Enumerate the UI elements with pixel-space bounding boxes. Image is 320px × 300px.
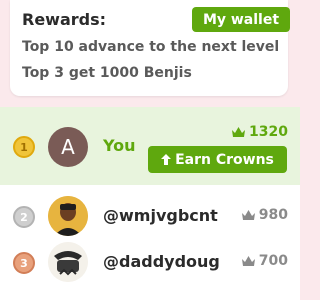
leaderboard-row[interactable]: 3 @daddydoug 700 [0,235,300,300]
avatar [48,196,88,236]
player-name: You [103,136,136,155]
crown-value: 700 [258,253,288,269]
crown-icon [232,126,246,137]
player-name: @daddydoug [103,252,220,271]
player-name: @wmjvgbcnt [103,206,218,225]
rewards-rule-top3: Top 3 get 1000 Benjis [22,65,192,81]
crown-count: 700 [241,253,288,269]
silver-medal-icon: 2 [13,206,35,228]
crown-count: 980 [241,207,288,223]
crown-value: 980 [258,207,288,223]
arrow-up-icon [161,154,172,165]
crown-count: 1320 [232,124,288,140]
rewards-card: Rewards: My wallet Top 10 advance to the… [10,0,290,96]
rewards-title: Rewards: [22,10,107,29]
leaderboard: 1 A You 1320 Earn Crowns 2 @wmjvgbcnt 98… [0,107,300,300]
crown-icon [241,255,255,266]
crown-icon [241,209,255,220]
gold-medal-icon: 1 [13,136,35,158]
rewards-rule-top10: Top 10 advance to the next level [22,39,280,55]
avatar: A [48,127,88,167]
bronze-medal-icon: 3 [13,252,35,274]
leaderboard-row-you[interactable]: 1 A You 1320 Earn Crowns [0,107,300,185]
earn-crowns-label: Earn Crowns [175,151,274,168]
earn-crowns-button[interactable]: Earn Crowns [148,146,287,173]
my-wallet-button[interactable]: My wallet [192,7,290,32]
crown-value: 1320 [249,124,288,140]
avatar [48,242,88,282]
